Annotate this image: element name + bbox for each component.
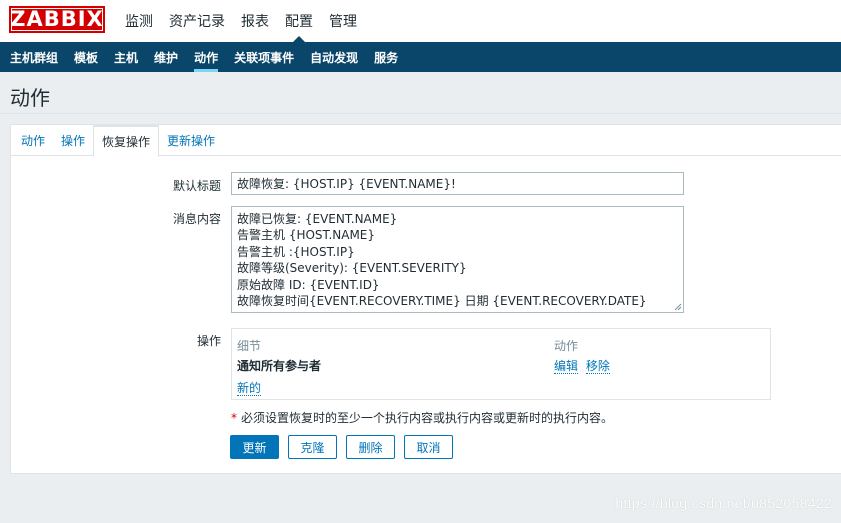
- sub-menu-label: 主机群组: [10, 50, 59, 65]
- sub-menu-templates[interactable]: 模板: [66, 42, 106, 72]
- main-menu-monitoring[interactable]: 监测: [117, 0, 161, 42]
- main-menu-reports[interactable]: 报表: [233, 0, 277, 42]
- tab-label: 动作: [21, 134, 46, 148]
- tab-recovery-operations[interactable]: 恢复操作: [93, 125, 160, 157]
- form-tabs: 动作 操作 恢复操作 更新操作: [11, 125, 841, 157]
- page-title: 动作: [10, 86, 50, 110]
- action-form-panel: 动作 操作 恢复操作 更新操作 默认标题 故障恢复: {HOST.IP} {EV…: [10, 124, 841, 474]
- tab-label: 恢复操作: [102, 135, 151, 149]
- sub-menu-event-correlation[interactable]: 关联项事件: [226, 42, 302, 72]
- sub-menu: 主机群组 模板 主机 维护 动作 关联项事件 自动发现 服务: [2, 42, 406, 72]
- tab-update-operations[interactable]: 更新操作: [159, 125, 223, 156]
- sub-menu-hosts[interactable]: 主机: [106, 42, 146, 72]
- sub-menu-label: 动作: [194, 50, 219, 65]
- tab-label: 更新操作: [167, 134, 216, 148]
- message-textarea[interactable]: 故障已恢复: {EVENT.NAME} 告警主机 {HOST.NAME} 告警主…: [231, 206, 684, 313]
- new-operation: 新的: [237, 379, 262, 396]
- delete-button[interactable]: 删除: [346, 435, 395, 459]
- main-menu-inventory[interactable]: 资产记录: [161, 0, 233, 42]
- resize-grip-icon[interactable]: [674, 303, 682, 311]
- main-menu-configuration[interactable]: 配置: [277, 0, 321, 42]
- sub-menu-maintenance[interactable]: 维护: [146, 42, 186, 72]
- message-line: 故障等级(Severity): {EVENT.SEVERITY}: [237, 261, 467, 276]
- default-subject-label: 默认标题: [172, 179, 221, 193]
- message-line: 告警主机 {HOST.NAME}: [237, 228, 376, 243]
- col-header-action: 动作: [554, 339, 579, 353]
- edit-operation-link[interactable]: 编辑: [554, 359, 579, 374]
- main-menu-label: 报表: [241, 14, 269, 30]
- main-menu-label: 配置: [285, 14, 313, 30]
- tab-operations[interactable]: 操作: [53, 125, 93, 156]
- main-menu-label: 资产记录: [169, 14, 225, 30]
- message-line: 原始故障 ID: {EVENT.ID}: [237, 277, 380, 292]
- default-subject-input[interactable]: 故障恢复: {HOST.IP} {EVENT.NAME}!: [231, 172, 684, 195]
- required-star: *: [231, 411, 237, 425]
- required-note-text: 必须设置恢复时的至少一个执行内容或执行内容或更新时的执行内容。: [241, 411, 614, 425]
- sub-menu-host-groups[interactable]: 主机群组: [2, 42, 66, 72]
- message-line: 故障恢复时间{EVENT.RECOVERY.TIME} 日期 {EVENT.RE…: [237, 294, 647, 309]
- sub-menu-label: 模板: [74, 50, 99, 65]
- main-menu-administration[interactable]: 管理: [321, 0, 365, 42]
- sub-menu-discovery[interactable]: 自动发现: [302, 42, 366, 72]
- top-navbar: ZABBIX 监测 资产记录 报表 配置 管理: [0, 0, 841, 42]
- sub-menu-label: 服务: [374, 50, 399, 65]
- logo-text: ZABBIX: [10, 7, 104, 31]
- main-menu-label: 管理: [329, 14, 357, 30]
- remove-operation-link[interactable]: 移除: [585, 359, 610, 374]
- required-note: * 必须设置恢复时的至少一个执行内容或执行内容或更新时的执行内容。: [231, 409, 613, 426]
- tab-action[interactable]: 动作: [13, 125, 53, 156]
- zabbix-logo[interactable]: ZABBIX: [9, 6, 105, 33]
- col-header-details: 细节: [237, 339, 262, 353]
- message-line: 告警主机 :{HOST.IP}: [237, 244, 355, 259]
- clone-button[interactable]: 克隆: [288, 435, 337, 459]
- operations-table: 细节 动作 通知所有参与者 编辑 移除 新的: [231, 328, 771, 400]
- watermark: https://blog.csdn.net/u852058422: [615, 495, 832, 511]
- update-button[interactable]: 更新: [230, 435, 279, 459]
- main-menu-label: 监测: [125, 14, 153, 30]
- operation-detail: 通知所有参与者: [237, 359, 322, 373]
- sub-menu-services[interactable]: 服务: [366, 42, 406, 72]
- sub-menu-label: 关联项事件: [234, 50, 295, 65]
- tab-label: 操作: [61, 134, 86, 148]
- cancel-button[interactable]: 取消: [404, 435, 453, 459]
- main-menu: 监测 资产记录 报表 配置 管理: [117, 0, 365, 42]
- message-line: 故障已恢复: {EVENT.NAME}: [237, 212, 398, 226]
- sub-menu-actions[interactable]: 动作: [186, 42, 226, 72]
- default-subject-value: 故障恢复: {HOST.IP} {EVENT.NAME}!: [237, 177, 456, 191]
- new-operation-link[interactable]: 新的: [237, 381, 262, 396]
- sub-menu-label: 维护: [154, 50, 179, 65]
- title-bar: [0, 72, 841, 114]
- sub-menu-label: 自动发现: [310, 50, 359, 65]
- sub-navbar: 主机群组 模板 主机 维护 动作 关联项事件 自动发现 服务: [0, 42, 841, 72]
- message-label: 消息内容: [172, 212, 221, 226]
- operation-actions: 编辑 移除: [554, 357, 610, 374]
- sub-menu-label: 主机: [114, 50, 139, 65]
- operations-label: 操作: [196, 334, 221, 348]
